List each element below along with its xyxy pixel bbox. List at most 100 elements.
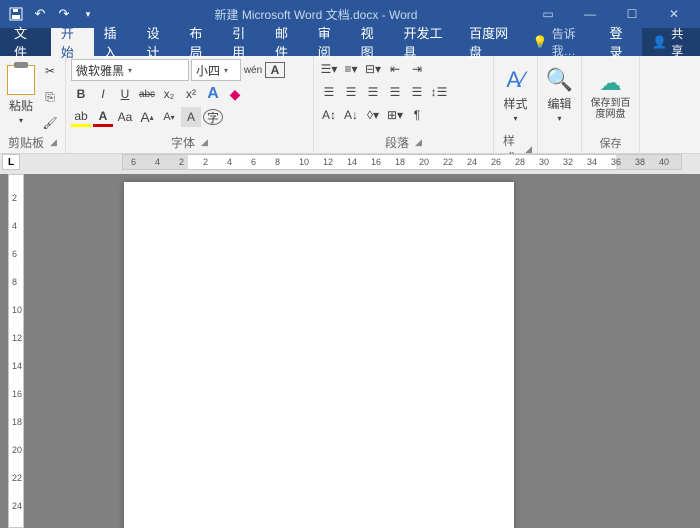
ruler-tick: 8 xyxy=(12,277,17,287)
ruler-tick: 10 xyxy=(12,305,22,315)
justify-icon[interactable]: ☰ xyxy=(385,82,405,102)
ruler-tick: 16 xyxy=(371,157,381,167)
save-icon[interactable] xyxy=(8,6,24,22)
tab-selector[interactable]: L xyxy=(2,154,20,170)
redo-icon[interactable]: ↷ xyxy=(56,6,72,22)
minimize-icon[interactable]: ― xyxy=(570,3,610,25)
distributed-icon[interactable]: ☰ xyxy=(407,82,427,102)
group-save-label: 保存 xyxy=(587,134,634,152)
grow-font-icon[interactable]: A▴ xyxy=(137,107,157,127)
char-border-icon[interactable]: A xyxy=(265,62,285,78)
styles-button[interactable]: A⁄样式▾ xyxy=(499,59,532,131)
tab-design[interactable]: 设计 xyxy=(136,28,179,56)
ruler-tick: 14 xyxy=(347,157,357,167)
align-right-icon[interactable]: ☰ xyxy=(363,82,383,102)
sort-icon[interactable]: A↓ xyxy=(341,105,361,125)
ruler-tick: 34 xyxy=(587,157,597,167)
enclose-char-icon[interactable]: 字 xyxy=(203,109,223,125)
tell-me[interactable]: 💡告诉我… xyxy=(525,28,600,56)
ruler-tick: 12 xyxy=(12,333,22,343)
highlight-icon[interactable]: ab xyxy=(71,107,91,127)
ruler-tick: 40 xyxy=(659,157,669,167)
italic-button[interactable]: I xyxy=(93,84,113,104)
tab-insert[interactable]: 插入 xyxy=(94,28,137,56)
tab-mailings[interactable]: 邮件 xyxy=(265,28,308,56)
format-painter-icon[interactable]: 🖌 xyxy=(40,113,60,133)
tab-view[interactable]: 视图 xyxy=(351,28,394,56)
ruler-tick: 2 xyxy=(12,193,17,203)
clipboard-launcher-icon[interactable]: ◢ xyxy=(50,137,57,148)
ruler-tick: 18 xyxy=(12,417,22,427)
font-color-icon[interactable]: A xyxy=(93,107,113,127)
editing-button[interactable]: 🔍编辑▾ xyxy=(543,59,576,131)
copy-icon[interactable]: ⎘ xyxy=(40,87,60,107)
ruler-tick: 4 xyxy=(12,221,17,231)
tab-baidu[interactable]: 百度网盘 xyxy=(459,28,525,56)
increase-indent-icon[interactable]: ⇥ xyxy=(407,59,427,79)
ruler-tick: 22 xyxy=(443,157,453,167)
bullets-icon[interactable]: ☰▾ xyxy=(319,59,339,79)
file-tab[interactable]: 文件 xyxy=(0,28,51,56)
window-title: 新建 Microsoft Word 文档.docx - Word xyxy=(104,6,528,23)
para-launcher-icon[interactable]: ◢ xyxy=(415,137,422,148)
vertical-ruler[interactable]: 24681012141618202224 xyxy=(8,174,24,528)
close-icon[interactable]: ✕ xyxy=(654,3,694,25)
numbering-icon[interactable]: ≡▾ xyxy=(341,59,361,79)
group-font-label: 字体 xyxy=(171,134,195,151)
bold-button[interactable]: B xyxy=(71,84,91,104)
ruler-tick: 30 xyxy=(539,157,549,167)
share-button[interactable]: 👤共享 xyxy=(642,28,700,56)
qat-customize-icon[interactable]: ▾ xyxy=(80,6,96,22)
group-paragraph-label: 段落 xyxy=(385,134,409,151)
ribbon-options-icon[interactable]: ▭ xyxy=(528,3,568,25)
show-marks-icon[interactable]: ¶ xyxy=(407,105,427,125)
tab-layout[interactable]: 布局 xyxy=(179,28,222,56)
change-case-button[interactable]: Aa xyxy=(115,107,135,127)
tab-review[interactable]: 审阅 xyxy=(308,28,351,56)
shading-icon[interactable]: ◊▾ xyxy=(363,105,383,125)
paste-icon xyxy=(7,65,35,95)
share-icon: 👤 xyxy=(652,35,667,49)
ruler-tick: 24 xyxy=(12,501,22,511)
line-spacing-icon[interactable]: ↕☰ xyxy=(429,82,449,102)
decrease-indent-icon[interactable]: ⇤ xyxy=(385,59,405,79)
ruler-tick: 26 xyxy=(491,157,501,167)
chevron-down-icon: ▾ xyxy=(128,66,132,75)
ruler-tick: 4 xyxy=(155,157,160,167)
font-size-combo[interactable]: 小四▾ xyxy=(191,59,241,81)
cut-icon[interactable]: ✂ xyxy=(40,61,60,81)
horizontal-ruler[interactable]: 6422468101214161820222426283032343638404… xyxy=(122,154,682,170)
document-area[interactable] xyxy=(24,174,700,528)
font-name-combo[interactable]: 微软雅黑▾ xyxy=(71,59,189,81)
superscript-button[interactable]: x² xyxy=(181,84,201,104)
undo-icon[interactable]: ↶ xyxy=(32,6,48,22)
text-effects-icon[interactable]: A xyxy=(203,84,223,104)
char-shading-icon[interactable]: A xyxy=(181,107,201,127)
align-center-icon[interactable]: ☰ xyxy=(341,82,361,102)
ruler-tick: 22 xyxy=(12,473,22,483)
tab-references[interactable]: 引用 xyxy=(222,28,265,56)
ruler-tick: 18 xyxy=(395,157,405,167)
subscript-button[interactable]: x₂ xyxy=(159,84,179,104)
text-direction-icon[interactable]: A↕ xyxy=(319,105,339,125)
ruler-tick: 8 xyxy=(275,157,280,167)
tab-developer[interactable]: 开发工具 xyxy=(393,28,459,56)
tab-home[interactable]: 开始 xyxy=(51,28,94,56)
clear-format-icon[interactable]: ◆ xyxy=(225,84,245,104)
styles-launcher-icon[interactable]: ◢ xyxy=(525,144,532,155)
align-left-icon[interactable]: ☰ xyxy=(319,82,339,102)
login-button[interactable]: 登录 xyxy=(600,28,643,56)
font-launcher-icon[interactable]: ◢ xyxy=(201,137,208,148)
multilevel-icon[interactable]: ⊟▾ xyxy=(363,59,383,79)
baidu-save-button[interactable]: ☁保存到百度网盘 xyxy=(587,59,634,131)
ruler-tick: 10 xyxy=(299,157,309,167)
strike-button[interactable]: abc xyxy=(137,84,157,104)
borders-icon[interactable]: ⊞▾ xyxy=(385,105,405,125)
phonetic-guide-icon[interactable]: wén xyxy=(243,60,263,80)
shrink-font-icon[interactable]: A▾ xyxy=(159,107,179,127)
find-icon: 🔍 xyxy=(546,67,573,93)
page[interactable] xyxy=(124,182,514,528)
underline-button[interactable]: U xyxy=(115,84,135,104)
paste-button[interactable]: 粘贴 ▾ xyxy=(5,59,37,131)
maximize-icon[interactable]: ☐ xyxy=(612,3,652,25)
